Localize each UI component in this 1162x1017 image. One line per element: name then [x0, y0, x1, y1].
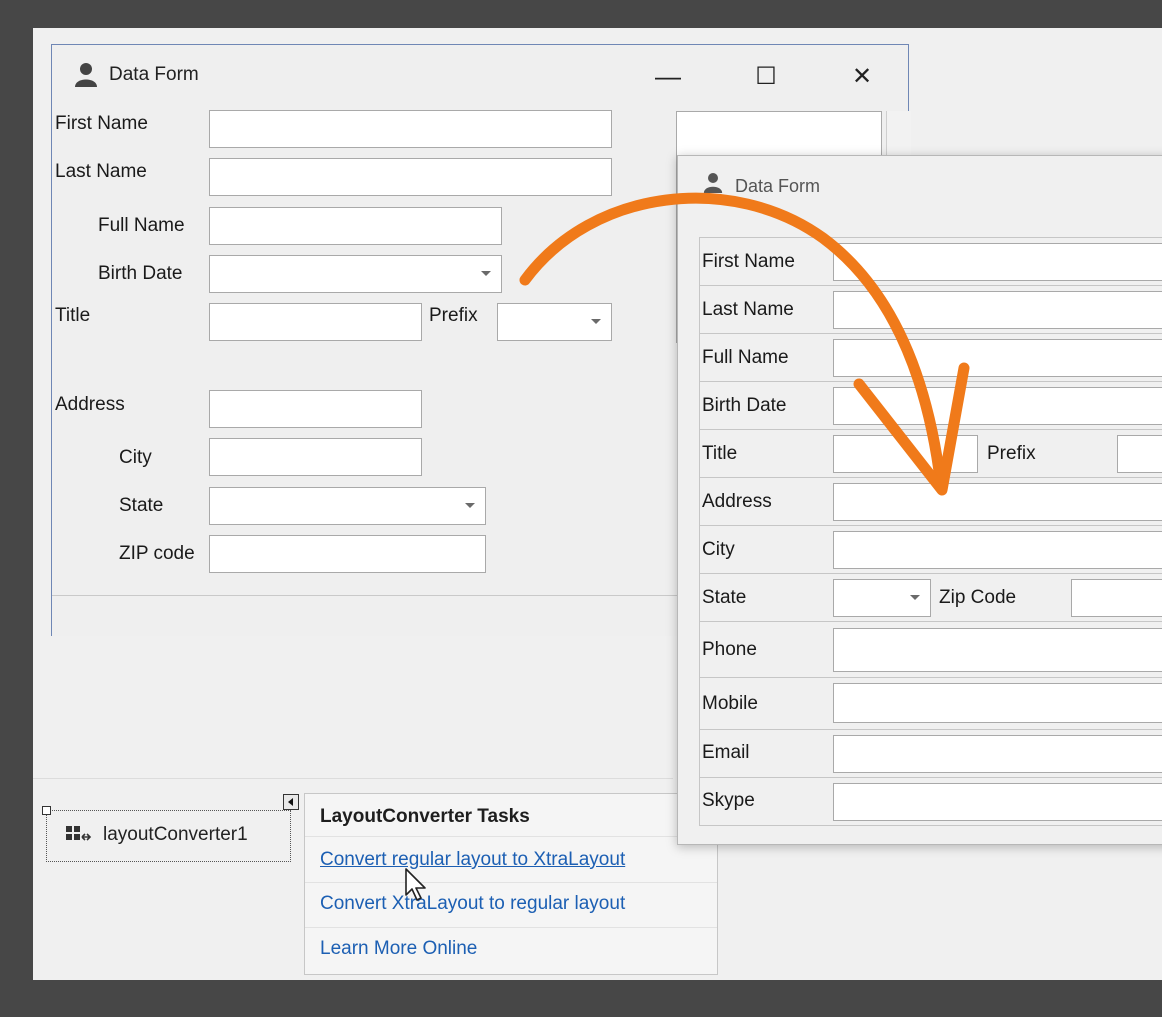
layout-row: Mobile	[700, 678, 1162, 730]
title-input[interactable]	[209, 303, 422, 341]
layout-row: First Name	[700, 238, 1162, 286]
learn-more-link[interactable]: Learn More Online	[320, 938, 477, 960]
prefix-label: Prefix	[987, 443, 1036, 464]
phone-label: Phone	[702, 639, 757, 660]
convert-to-regular-link[interactable]: Convert XtraLayout to regular layout	[320, 893, 625, 915]
birth-date-combo[interactable]	[833, 387, 1162, 425]
address-label: Address	[702, 491, 772, 512]
mouse-cursor-icon	[405, 868, 426, 901]
phone-input[interactable]	[833, 628, 1162, 672]
state-label: State	[702, 587, 747, 608]
last-name-label: Last Name	[702, 299, 794, 320]
layout-converter-icon	[66, 826, 92, 841]
maximize-icon: ☐	[755, 62, 777, 90]
zip-input[interactable]	[1071, 579, 1162, 617]
convert-to-xtralayout-link[interactable]: Convert regular layout to XtraLayout	[320, 849, 625, 871]
layout-row: Phone	[700, 622, 1162, 678]
mobile-input[interactable]	[833, 683, 1162, 723]
close-icon: ✕	[851, 62, 873, 90]
layout-row: Full Name	[700, 334, 1162, 382]
full-name-label: Full Name	[98, 215, 185, 236]
city-label: City	[702, 539, 735, 560]
user-icon	[703, 173, 723, 193]
prefix-combo[interactable]	[497, 303, 612, 341]
title-input[interactable]	[833, 435, 978, 473]
layout-row: State Zip Code	[700, 574, 1162, 622]
city-label: City	[119, 447, 152, 468]
user-icon	[75, 63, 97, 87]
component-name: layoutConverter1	[103, 824, 248, 845]
state-combo[interactable]	[209, 487, 486, 525]
first-name-label: First Name	[55, 113, 148, 134]
address-input[interactable]	[209, 390, 422, 428]
title-label: Title	[55, 305, 91, 326]
dropdown-arrow-icon[interactable]	[591, 319, 601, 324]
address-input[interactable]	[833, 483, 1162, 521]
maximize-button[interactable]: ☐	[746, 59, 786, 93]
layout-row: Email	[700, 730, 1162, 778]
zip-label: Zip Code	[939, 587, 1017, 608]
state-combo[interactable]	[833, 579, 931, 617]
minimize-icon: —	[655, 60, 681, 91]
data-form-window-converted: Data Form First Name Last Name Full Name…	[677, 155, 1162, 845]
dropdown-arrow-icon[interactable]	[910, 595, 920, 600]
birth-date-label: Birth Date	[98, 263, 183, 284]
city-input[interactable]	[209, 438, 422, 476]
birth-date-label: Birth Date	[702, 395, 787, 416]
city-input[interactable]	[833, 531, 1162, 569]
dropdown-arrow-icon[interactable]	[481, 271, 491, 276]
title-label: Title	[702, 443, 738, 464]
close-button[interactable]: ✕	[842, 59, 882, 93]
skype-label: Skype	[702, 790, 755, 811]
minimize-button[interactable]: —	[648, 59, 688, 93]
zip-input[interactable]	[209, 535, 486, 573]
first-name-input[interactable]	[833, 243, 1162, 281]
designer-surface: Data Form — ☐ ✕ First Name Last Name Ful…	[33, 28, 1162, 980]
layout-row: Last Name	[700, 286, 1162, 334]
skype-input[interactable]	[833, 783, 1162, 821]
tasks-heading: LayoutConverter Tasks	[320, 806, 530, 827]
full-name-input[interactable]	[833, 339, 1162, 377]
window-title: Data Form	[735, 176, 821, 196]
state-label: State	[119, 495, 164, 516]
last-name-label: Last Name	[55, 161, 147, 182]
zip-label: ZIP code	[119, 543, 195, 564]
full-name-label: Full Name	[702, 347, 789, 368]
title-bar: Data Form — ☐ ✕	[52, 45, 908, 103]
full-name-input[interactable]	[209, 207, 502, 245]
birth-date-combo[interactable]	[209, 255, 502, 293]
layout-row: City	[700, 526, 1162, 574]
tasks-panel: LayoutConverter Tasks Convert regular la…	[304, 793, 718, 975]
address-label: Address	[55, 394, 125, 415]
first-name-label: First Name	[702, 251, 795, 272]
window-title: Data Form	[109, 64, 199, 85]
prefix-combo[interactable]	[1117, 435, 1162, 473]
divider	[305, 836, 717, 837]
prefix-label: Prefix	[429, 305, 478, 326]
layout-grid: First Name Last Name Full Name Birth Dat…	[699, 237, 1162, 826]
smart-tag-glyph[interactable]	[283, 794, 299, 810]
dropdown-arrow-icon[interactable]	[465, 503, 475, 508]
first-name-input[interactable]	[209, 110, 612, 148]
divider	[305, 927, 717, 928]
layout-row: Birth Date	[700, 382, 1162, 430]
selection-handle[interactable]	[42, 806, 51, 815]
divider	[305, 882, 717, 883]
last-name-input[interactable]	[209, 158, 612, 196]
email-input[interactable]	[833, 735, 1162, 773]
layout-row: Address	[700, 478, 1162, 526]
layout-row: Title Prefix	[700, 430, 1162, 478]
mobile-label: Mobile	[702, 693, 758, 714]
email-label: Email	[702, 742, 750, 763]
last-name-input[interactable]	[833, 291, 1162, 329]
layout-row: Skype	[700, 778, 1162, 826]
layout-converter-component[interactable]: layoutConverter1	[42, 806, 291, 862]
